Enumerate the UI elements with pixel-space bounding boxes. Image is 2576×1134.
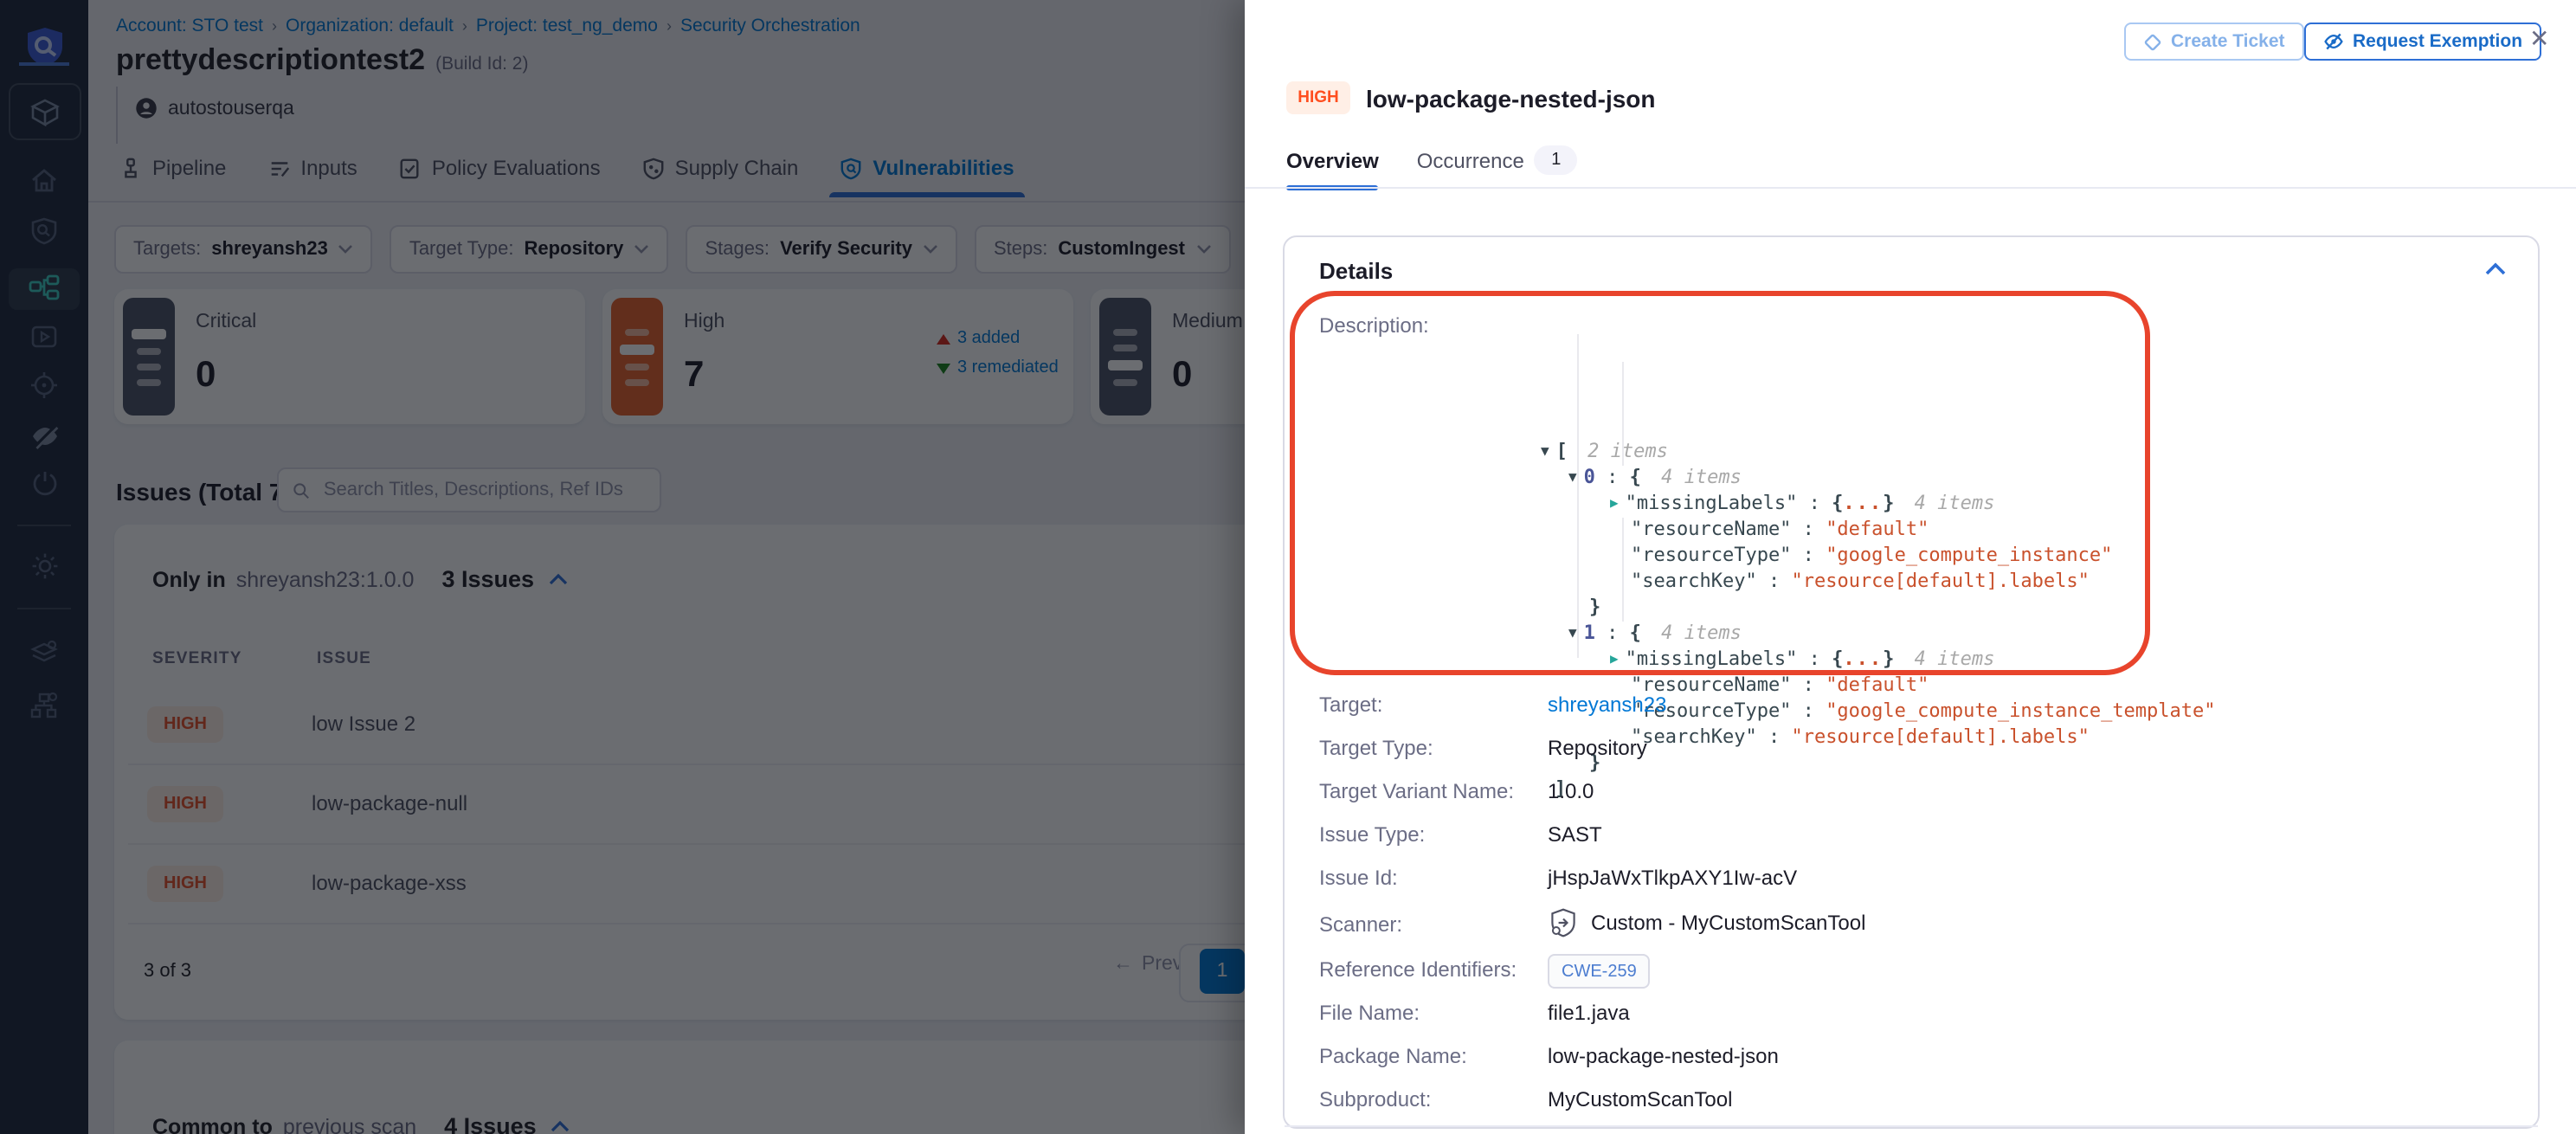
panel-tabs: Overview Occurrence 1 — [1286, 145, 1578, 190]
json-line: ] — [1541, 776, 2510, 802]
json-line: "searchKey" : "resource[default].labels" — [1541, 568, 2510, 594]
json-indent-guide — [1622, 518, 1624, 622]
eye-off-icon — [2323, 31, 2344, 52]
tab-occurrence[interactable]: Occurrence 1 — [1417, 145, 1578, 190]
field-issue-id: Issue Id: jHspJaWxTlkpAXY1Iw-acV — [1319, 866, 1797, 890]
issue-title: low-package-nested-json — [1366, 84, 1656, 112]
json-line: "searchKey" : "resource[default].labels" — [1541, 724, 2510, 750]
json-indent-guide — [1577, 334, 1579, 658]
tab-overview[interactable]: Overview — [1286, 145, 1379, 190]
issue-details-panel: Create Ticket Request Exemption ✕ HIGH l… — [1245, 0, 2576, 1134]
cwe-chip[interactable]: CWE-259 — [1548, 954, 1651, 989]
json-line: "resourceName" : "default" — [1541, 672, 2510, 698]
field-package-name: Package Name: low-package-nested-json — [1319, 1044, 1779, 1068]
field-issue-type: Issue Type: SAST — [1319, 822, 1602, 847]
json-line: ▶"missingLabels" : {...} 4 items — [1541, 646, 2510, 672]
field-target: Target: shreyansh23 — [1319, 693, 1666, 717]
json-line: "resourceType" : "google_compute_instanc… — [1541, 698, 2510, 724]
field-reference-identifiers: Reference Identifiers: CWE-259 — [1319, 954, 1651, 989]
details-card-bottom-divider — [1285, 1125, 2538, 1127]
json-line: } — [1541, 594, 2510, 620]
json-line: "resourceType" : "google_compute_instanc… — [1541, 542, 2510, 568]
collapse-chevron-up-icon[interactable] — [2484, 261, 2507, 275]
scanner-icon — [1548, 907, 1579, 938]
field-file-name: File Name: file1.java — [1319, 1001, 1630, 1025]
field-target-type: Target Type: Repository — [1319, 736, 1647, 760]
json-line: ▶"missingLabels" : {...} 4 items — [1541, 490, 2510, 516]
create-ticket-button[interactable]: Create Ticket — [2124, 23, 2304, 61]
request-exemption-button[interactable]: Request Exemption — [2304, 23, 2541, 61]
severity-badge: HIGH — [1286, 81, 1350, 114]
close-icon[interactable]: ✕ — [2529, 24, 2549, 54]
app-root: Account: STO test› Organization: default… — [0, 0, 2576, 1134]
target-link[interactable]: shreyansh23 — [1548, 693, 1666, 717]
json-indent-guide — [1622, 362, 1624, 466]
json-line: ▼1 : { 4 items — [1541, 620, 2510, 646]
json-tree[interactable]: ▼[ 2 items▼0 : { 4 items▶"missingLabels"… — [1541, 308, 2510, 802]
occurrence-count-badge: 1 — [1535, 145, 1578, 175]
field-scanner: Scanner: Custom - MyCustomScanTool — [1319, 907, 1865, 938]
panel-tabs-divider — [1245, 187, 2576, 189]
field-target-variant-name: Target Variant Name: 1.0.0 — [1319, 779, 1594, 803]
json-line: ▼0 : { 4 items — [1541, 464, 2510, 490]
json-line: } — [1541, 750, 2510, 776]
json-line: ▼[ 2 items — [1541, 438, 2510, 464]
modal-dim-overlay[interactable] — [0, 0, 1245, 1134]
details-heading: Details — [1319, 258, 1393, 284]
json-line: "resourceName" : "default" — [1541, 516, 2510, 542]
issue-header: HIGH low-package-nested-json — [1286, 81, 1656, 114]
details-card: Details Description: ▼[ 2 items▼0 : { 4 … — [1283, 235, 2540, 1129]
description-label: Description: — [1319, 313, 1429, 338]
ticket-diamond-icon — [2143, 32, 2162, 51]
field-subproduct: Subproduct: MyCustomScanTool — [1319, 1087, 1732, 1111]
